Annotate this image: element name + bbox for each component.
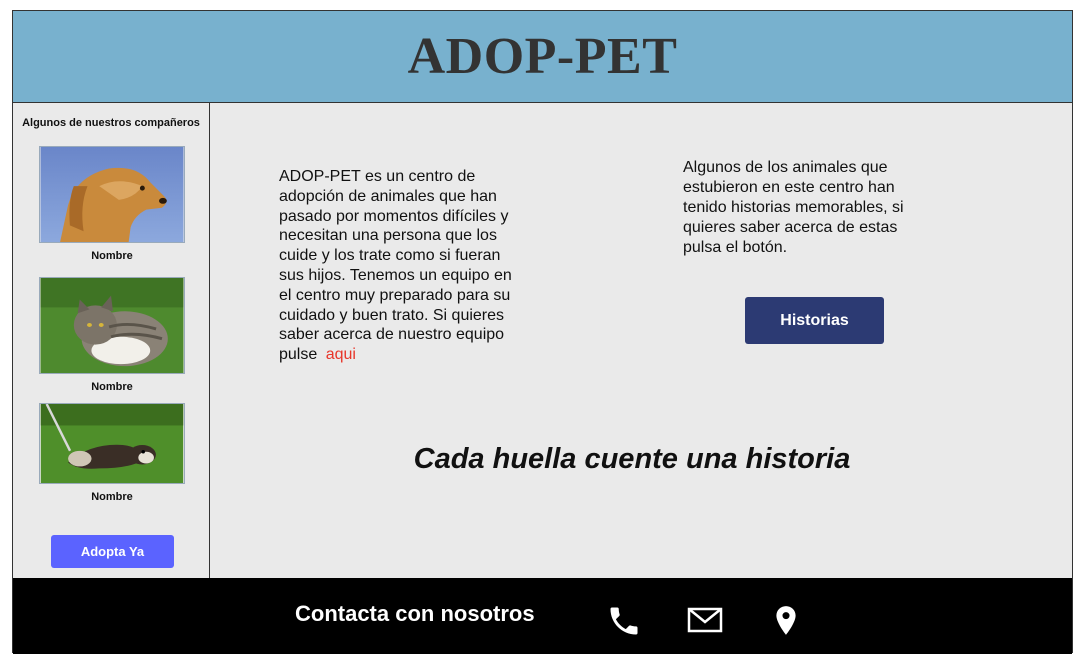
- footer-title: Contacta con nosotros: [295, 601, 535, 626]
- footer: Contacta con nosotros: [13, 578, 1072, 654]
- pet-name: Nombre: [91, 491, 133, 503]
- ferret-photo[interactable]: [39, 403, 185, 484]
- pet-name: Nombre: [91, 381, 133, 393]
- phone-icon[interactable]: [606, 603, 642, 639]
- about-paragraph: ADOP-PET es un centro de adopción de ani…: [279, 168, 512, 364]
- adopt-button[interactable]: Adopta Ya: [51, 535, 174, 568]
- stories-button[interactable]: Historias: [745, 297, 884, 344]
- site-title: ADOP-PET: [407, 28, 678, 85]
- location-icon[interactable]: [773, 605, 799, 637]
- tabby-cat-photo[interactable]: [39, 277, 185, 374]
- pet-name: Nombre: [91, 250, 133, 262]
- page-frame: ADOP-PET Algunos de nuestros compañeros …: [12, 10, 1073, 654]
- mail-icon[interactable]: [687, 606, 723, 636]
- pet-card-2[interactable]: Nombre: [39, 277, 185, 393]
- golden-retriever-photo[interactable]: [39, 146, 185, 243]
- pet-card-3[interactable]: Nombre: [39, 403, 185, 503]
- main-content: ADOP-PET es un centro de adopción de ani…: [210, 103, 1072, 578]
- tagline: Cada huella cuente una historia: [413, 443, 851, 475]
- team-link[interactable]: aqui: [326, 346, 356, 363]
- sidebar: Algunos de nuestros compañeros Nombre No…: [13, 103, 210, 578]
- stories-text: Algunos de los animales que estubieron e…: [683, 159, 904, 256]
- about-text: ADOP-PET es un centro de adopción de ani…: [279, 167, 524, 365]
- site-header: ADOP-PET: [13, 11, 1072, 103]
- pet-card-1[interactable]: Nombre: [39, 146, 185, 262]
- sidebar-title: Algunos de nuestros compañeros: [22, 117, 200, 129]
